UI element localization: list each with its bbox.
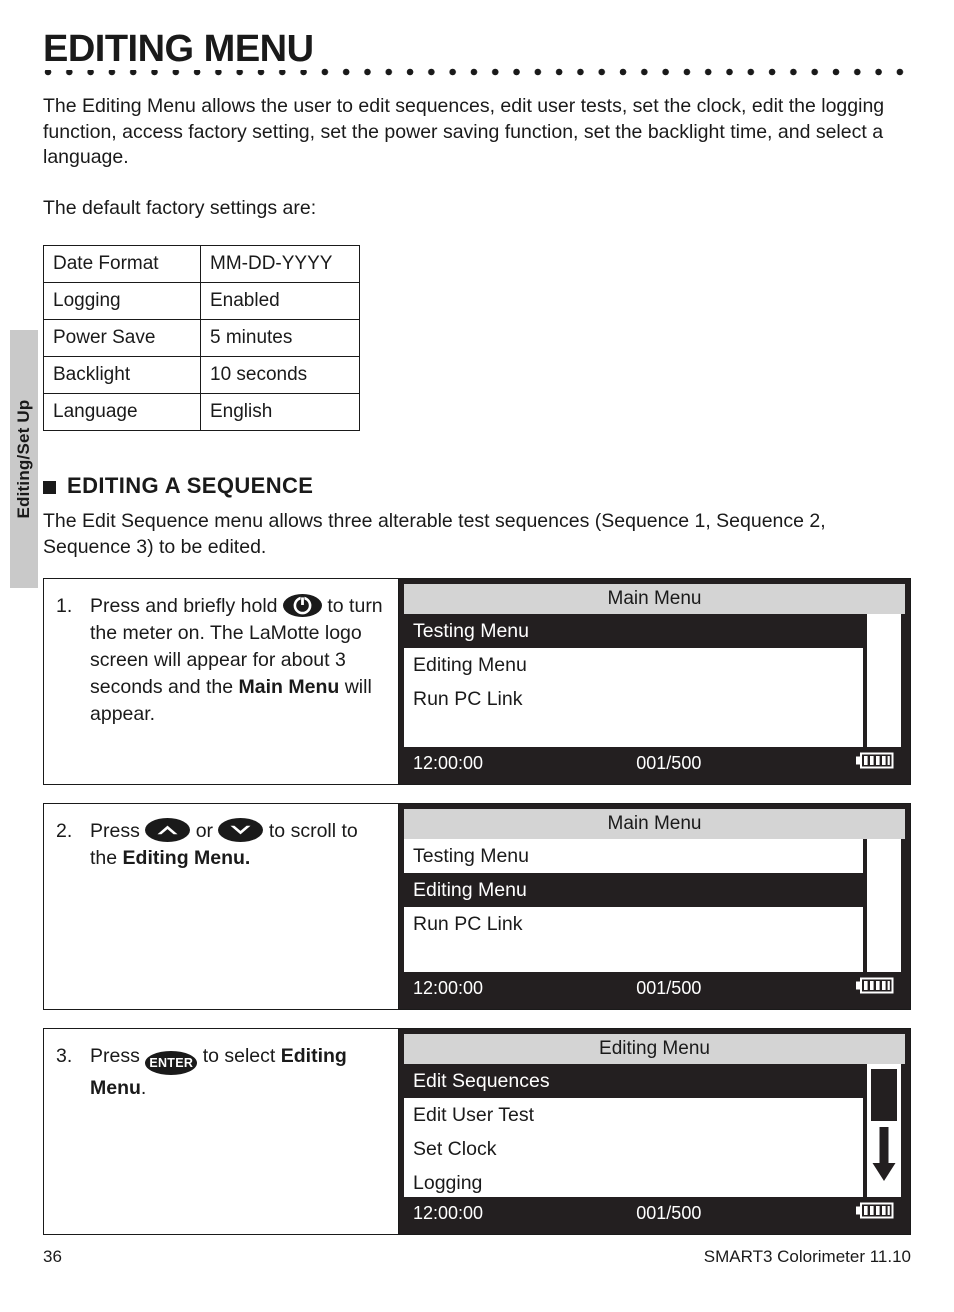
lcd-body: Testing Menu Editing Menu Run PC Link (404, 839, 905, 972)
defaults-lead-text: The default factory settings are: (43, 196, 317, 219)
lcd-menu-item[interactable]: Edit User Test (404, 1098, 863, 1132)
step-text: Press ENTER to select Editing Menu. (90, 1043, 388, 1102)
table-row: Logging Enabled (43, 282, 360, 320)
step-3-instructions: 3. Press ENTER to select Editing Menu. (44, 1029, 399, 1234)
step-block-2: 2. Press or to scroll to the Editing Men… (43, 803, 911, 1010)
table-row: Language English (43, 393, 360, 431)
step-text-bold: Main Menu (238, 676, 340, 698)
lcd-menu-item[interactable]: Testing Menu (404, 839, 863, 873)
lcd-scrollbar[interactable] (863, 1064, 905, 1197)
lcd-scrollbar[interactable] (863, 839, 905, 972)
setting-value: Enabled (200, 282, 360, 320)
down-arrow-icon (218, 818, 264, 842)
step-number: 1. (56, 595, 73, 617)
step-text-mid: to select (202, 1045, 276, 1067)
setting-name: Power Save (43, 319, 201, 357)
table-row: Date Format MM-DD-YYYY (43, 245, 360, 283)
lcd-status-bar: 12:00:00 001/500 (404, 747, 905, 779)
setting-value: English (200, 393, 360, 431)
step-2-instructions: 2. Press or to scroll to the Editing Men… (44, 804, 399, 1009)
lcd-menu-item-selected[interactable]: Edit Sequences (404, 1064, 863, 1098)
setting-name: Language (43, 393, 201, 431)
square-bullet-icon (43, 480, 56, 494)
power-button-icon (282, 594, 322, 617)
lcd-body: Edit Sequences Edit User Test Set Clock … (404, 1064, 905, 1197)
lcd-menu-list: Testing Menu Editing Menu Run PC Link (404, 614, 863, 747)
page-number: 36 (43, 1247, 62, 1266)
battery-full-icon (856, 1202, 894, 1224)
lcd-title: Editing Menu (404, 1034, 905, 1064)
lcd-clock: 12:00:00 (413, 1202, 484, 1223)
lcd-menu-item-selected[interactable]: Testing Menu (404, 614, 863, 648)
lcd-record-count: 001/500 (636, 977, 702, 998)
setting-name: Logging (43, 282, 201, 320)
step-number: 3. (56, 1045, 73, 1067)
scroll-down-arrow-icon (871, 1068, 897, 1181)
step-text-before: Press and briefly hold (90, 595, 278, 617)
lcd-menu-item[interactable]: Editing Menu (404, 648, 863, 682)
lcd-record-count: 001/500 (636, 1202, 702, 1223)
step-text-bold: Editing Menu. (122, 847, 251, 869)
section-heading: EDITING A SEQUENCE (67, 473, 314, 498)
lcd-body: Testing Menu Editing Menu Run PC Link (404, 614, 905, 747)
lcd-menu-list: Testing Menu Editing Menu Run PC Link (404, 839, 863, 972)
side-tab-label: Editing/Set Up (14, 399, 33, 519)
default-settings-table: Date Format MM-DD-YYYY Logging Enabled P… (43, 245, 360, 431)
lcd-title: Main Menu (404, 809, 905, 839)
document-title: SMART3 Colorimeter 11.10 (703, 1247, 911, 1266)
battery-full-icon (856, 752, 894, 774)
lcd-menu-item[interactable]: Logging (404, 1166, 863, 1197)
lcd-menu-item[interactable]: Run PC Link (404, 682, 863, 716)
setting-name: Backlight (43, 356, 201, 394)
lcd-scrollbar[interactable] (863, 614, 905, 747)
step-conjunction: or (195, 820, 214, 842)
step-text-after: . (140, 1077, 147, 1099)
step-block-1: 1. Press and briefly hold to turn the me… (43, 578, 911, 785)
lcd-status-bar: 12:00:00 001/500 (404, 972, 905, 1004)
setting-value: MM-DD-YYYY (200, 245, 360, 283)
table-row: Backlight 10 seconds (43, 356, 360, 394)
section-paragraph: The Edit Sequence menu allows three alte… (43, 510, 826, 558)
up-arrow-icon (145, 818, 191, 842)
setting-name: Date Format (43, 245, 201, 283)
step-text-before: Press (90, 1045, 140, 1067)
lcd-clock: 12:00:00 (413, 752, 484, 773)
battery-full-icon (856, 977, 894, 999)
lcd-screen-2: Main Menu Testing Menu Editing Menu Run … (399, 804, 910, 1009)
lcd-screen-1: Main Menu Testing Menu Editing Menu Run … (399, 579, 910, 784)
step-block-3: 3. Press ENTER to select Editing Menu. E… (43, 1028, 911, 1235)
enter-button-icon: ENTER (145, 1051, 198, 1075)
lcd-status-bar: 12:00:00 001/500 (404, 1197, 905, 1229)
lcd-record-count: 001/500 (636, 752, 702, 773)
section-heading-row: EDITING A SEQUENCE (43, 473, 911, 499)
lcd-clock: 12:00:00 (413, 977, 484, 998)
lcd-menu-item[interactable]: Run PC Link (404, 907, 863, 941)
section-side-tab: Editing/Set Up (10, 330, 38, 588)
step-1-instructions: 1. Press and briefly hold to turn the me… (44, 579, 399, 784)
step-text: Press or to scroll to the Editing Menu. (90, 818, 388, 872)
lcd-menu-item-selected[interactable]: Editing Menu (404, 873, 863, 907)
step-text: Press and briefly hold to turn the meter… (90, 593, 388, 728)
step-number: 2. (56, 820, 73, 842)
step-text-before: Press (90, 820, 140, 842)
page-content: EDITING MENU The Editing Menu allows the… (43, 0, 911, 1235)
intro-paragraph: The Editing Menu allows the user to edit… (43, 95, 885, 168)
lcd-menu-list: Edit Sequences Edit User Test Set Clock … (404, 1064, 863, 1197)
lcd-menu-item[interactable]: Set Clock (404, 1132, 863, 1166)
lcd-title: Main Menu (404, 584, 905, 614)
setting-value: 10 seconds (200, 356, 360, 394)
table-row: Power Save 5 minutes (43, 319, 360, 357)
page-title: EDITING MENU (43, 28, 322, 70)
page-header: EDITING MENU (43, 0, 911, 84)
lcd-screen-3: Editing Menu Edit Sequences Edit User Te… (399, 1029, 910, 1234)
page-footer: 36 SMART3 Colorimeter 11.10 (43, 1247, 911, 1267)
setting-value: 5 minutes (200, 319, 360, 357)
